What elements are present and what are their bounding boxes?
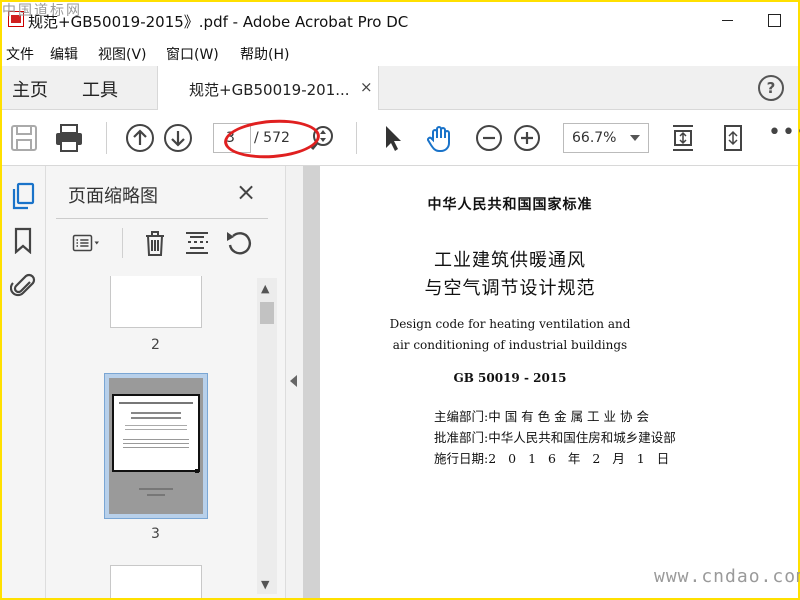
thumbnail-label: 3: [151, 526, 160, 542]
previous-page-icon[interactable]: [124, 122, 156, 154]
approver-value: 中华人民共和国住房和城乡建设部: [488, 430, 676, 445]
standard-code: GB 50019 - 2015: [453, 371, 567, 385]
save-icon[interactable]: [8, 122, 40, 154]
standard-heading: 中华人民共和国国家标准: [427, 197, 593, 213]
watermark-top: 中国道标网: [2, 3, 82, 19]
title-line-1: 工业建筑供暖通风: [434, 250, 586, 271]
approver-label: 批准部门:: [434, 430, 489, 445]
tab-bar: 主页 工具 规范+GB50019-201... × ?: [2, 66, 798, 110]
collapse-panel-icon[interactable]: [290, 375, 297, 387]
menu-file[interactable]: 文件: [6, 44, 34, 64]
approver-row: 批准部门:中华人民共和国住房和城乡建设部: [434, 427, 676, 446]
effective-date-row: 施行日期:2 0 1 6 年 2 月 1 日: [434, 448, 673, 467]
hand-tool-icon[interactable]: [424, 122, 456, 154]
editor-label: 主编部门:: [434, 409, 489, 424]
select-cursor-icon[interactable]: [376, 122, 408, 154]
document-background: [303, 166, 320, 598]
scrollbar-thumb[interactable]: [260, 302, 274, 324]
extract-pages-icon[interactable]: [182, 228, 212, 258]
tab-tools[interactable]: 工具: [82, 76, 118, 102]
maximize-button[interactable]: [764, 10, 784, 30]
delete-page-icon[interactable]: [140, 228, 170, 258]
minimize-button[interactable]: [718, 10, 738, 30]
bookmark-icon[interactable]: [10, 226, 36, 254]
panel-splitter[interactable]: [285, 166, 303, 598]
close-panel-button[interactable]: ×: [236, 178, 256, 206]
full-screen-icon[interactable]: [716, 122, 748, 154]
english-title-line-1: Design code for heating ventilation and: [389, 317, 631, 331]
thumbnail-label: 2: [151, 337, 160, 353]
date-label: 施行日期:: [434, 451, 489, 466]
menu-view[interactable]: 视图(V): [98, 44, 147, 64]
scroll-up-icon[interactable]: ▲: [261, 282, 269, 295]
thumbnail-page-4[interactable]: [110, 565, 202, 598]
panel-divider: [56, 218, 268, 219]
close-tab-button[interactable]: ×: [360, 78, 373, 96]
tab-home[interactable]: 主页: [12, 76, 48, 102]
navigation-rail: [2, 166, 46, 598]
zoom-select[interactable]: 66.7%: [563, 123, 649, 153]
attachment-icon[interactable]: [10, 270, 36, 298]
english-title-line-2: air conditioning of industrial buildings: [392, 338, 628, 352]
title-line-2: 与空气调节设计规范: [424, 278, 596, 299]
page-thumbnails-panel: 页面缩略图 × 2 3 ▲ ▼: [46, 166, 285, 598]
help-button[interactable]: ?: [758, 75, 784, 101]
next-page-icon[interactable]: [162, 122, 194, 154]
rotate-icon[interactable]: [224, 228, 254, 258]
menu-bar: 文件 编辑 视图(V) 窗口(W) 帮助(H): [2, 38, 798, 66]
document-tab-label: 规范+GB50019-201...: [189, 81, 350, 99]
more-tools-icon[interactable]: •••: [768, 120, 800, 145]
title-bar: 规范+GB50019-2015》.pdf - Adobe Acrobat Pro…: [2, 2, 798, 38]
menu-window[interactable]: 窗口(W): [166, 44, 219, 64]
tab-document[interactable]: 规范+GB50019-201... ×: [157, 66, 379, 110]
options-menu-icon[interactable]: [72, 228, 102, 258]
print-icon[interactable]: [53, 122, 85, 154]
toolbar: 3 / 572 66.7% •••: [2, 110, 800, 166]
pages-icon[interactable]: [10, 182, 36, 210]
watermark-bottom: www.cndao.com: [654, 566, 800, 587]
thumbnail-page-2[interactable]: [110, 276, 202, 328]
toolbar-separator: [356, 122, 357, 154]
zoom-out-icon[interactable]: [473, 122, 505, 154]
window-title: 规范+GB50019-2015》.pdf - Adobe Acrobat Pro…: [28, 13, 409, 31]
editor-value: 中 国 有 色 金 属 工 业 协 会: [488, 409, 649, 424]
date-value: 2 0 1 6 年 2 月 1 日: [488, 451, 674, 466]
toolbar-separator: [106, 122, 107, 154]
fit-page-icon[interactable]: [667, 122, 699, 154]
zoom-value: 66.7%: [572, 130, 617, 146]
thumbnail-list: 2 3: [54, 276, 254, 598]
document-page: 中华人民共和国国家标准 工业建筑供暖通风 与空气调节设计规范 Design co…: [320, 166, 800, 598]
panel-separator: [122, 228, 123, 258]
scroll-down-icon[interactable]: ▼: [261, 578, 269, 591]
panel-title: 页面缩略图: [68, 186, 158, 207]
menu-edit[interactable]: 编辑: [50, 44, 78, 64]
thumbnail-scrollbar[interactable]: ▲ ▼: [257, 278, 277, 594]
menu-help[interactable]: 帮助(H): [240, 44, 289, 64]
thumbnail-page-3[interactable]: [104, 373, 208, 519]
zoom-in-icon[interactable]: [511, 122, 543, 154]
editor-row: 主编部门:中 国 有 色 金 属 工 业 协 会: [434, 406, 649, 425]
chevron-down-icon: [630, 135, 640, 141]
